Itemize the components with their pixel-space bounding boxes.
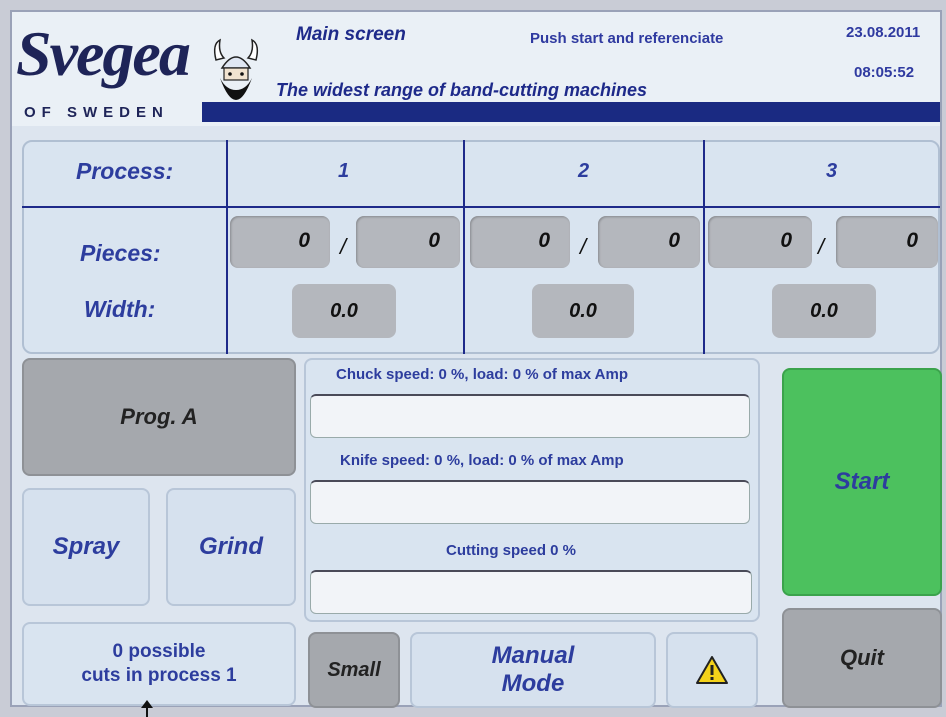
pieces-total-field-1[interactable]: 0	[356, 216, 460, 268]
possible-cuts-line2: cuts in process 1	[81, 665, 237, 686]
pieces-done-field-3[interactable]: 0	[708, 216, 812, 268]
process-number-1: 1	[338, 160, 350, 182]
column-divider	[703, 140, 705, 354]
viking-mascot-icon	[213, 38, 259, 100]
possible-cuts-info: 0 possible cuts in process 1	[22, 622, 296, 706]
pieces-label: Pieces:	[80, 240, 161, 266]
width-field-1[interactable]: 0.0	[292, 284, 396, 338]
process-table-divider	[22, 206, 940, 208]
manual-mode-button[interactable]: Manual Mode	[410, 632, 656, 708]
width-field-2[interactable]: 0.0	[532, 284, 634, 338]
program-button-label: Prog. A	[120, 404, 198, 429]
screen-title: Main screen	[296, 24, 406, 45]
small-button-label: Small	[327, 658, 381, 681]
cutting-speed-label: Cutting speed 0 %	[446, 542, 577, 559]
company-logo: Svegea	[16, 18, 191, 89]
tagline: The widest range of band-cutting machine…	[276, 80, 648, 100]
grind-button[interactable]: Grind	[166, 488, 296, 606]
width-field-3[interactable]: 0.0	[772, 284, 876, 338]
pieces-done-field-2[interactable]: 0	[470, 216, 570, 268]
spray-button-label: Spray	[52, 533, 120, 560]
pieces-separator: /	[818, 234, 825, 259]
time-display: 08:05:52	[854, 64, 915, 81]
pieces-done-field-1[interactable]: 0	[230, 216, 330, 268]
start-button-label: Start	[834, 468, 890, 495]
pieces-separator: /	[340, 234, 347, 259]
spray-button[interactable]: Spray	[22, 488, 150, 606]
grind-button-label: Grind	[199, 533, 263, 560]
knife-speed-bar	[310, 480, 750, 524]
date-display: 23.08.2011	[846, 24, 921, 41]
header-band	[202, 102, 940, 122]
manual-mode-label-line1: Manual	[491, 642, 575, 669]
chuck-speed-label: Chuck speed: 0 %, load: 0 % of max Amp	[336, 366, 629, 383]
column-divider	[226, 140, 228, 354]
quit-button-label: Quit	[840, 645, 884, 670]
cutting-speed-bar	[310, 570, 752, 614]
possible-cuts-line1: 0 possible	[112, 641, 206, 662]
warning-button[interactable]	[666, 632, 758, 708]
knife-speed-label: Knife speed: 0 %, load: 0 % of max Amp	[340, 452, 624, 469]
quit-button[interactable]: Quit	[782, 608, 942, 708]
warning-triangle-icon	[696, 656, 728, 684]
company-logo-subtitle: OF SWEDEN	[20, 104, 173, 122]
width-label: Width:	[84, 296, 156, 322]
manual-mode-label-line2: Mode	[501, 670, 565, 697]
pieces-total-field-2[interactable]: 0	[598, 216, 700, 268]
column-divider	[463, 140, 465, 354]
start-button[interactable]: Start	[782, 368, 942, 596]
small-button[interactable]: Small	[308, 632, 400, 708]
status-message: Push start and referenciate	[530, 30, 724, 47]
process-number-2: 2	[578, 160, 590, 182]
pointer-arrow-stem	[146, 706, 148, 717]
program-button[interactable]: Prog. A	[22, 358, 296, 476]
pieces-separator: /	[580, 234, 587, 259]
pieces-total-field-3[interactable]: 0	[836, 216, 938, 268]
chuck-speed-bar	[310, 394, 750, 438]
process-label: Process:	[76, 158, 174, 184]
process-number-3: 3	[826, 160, 838, 182]
